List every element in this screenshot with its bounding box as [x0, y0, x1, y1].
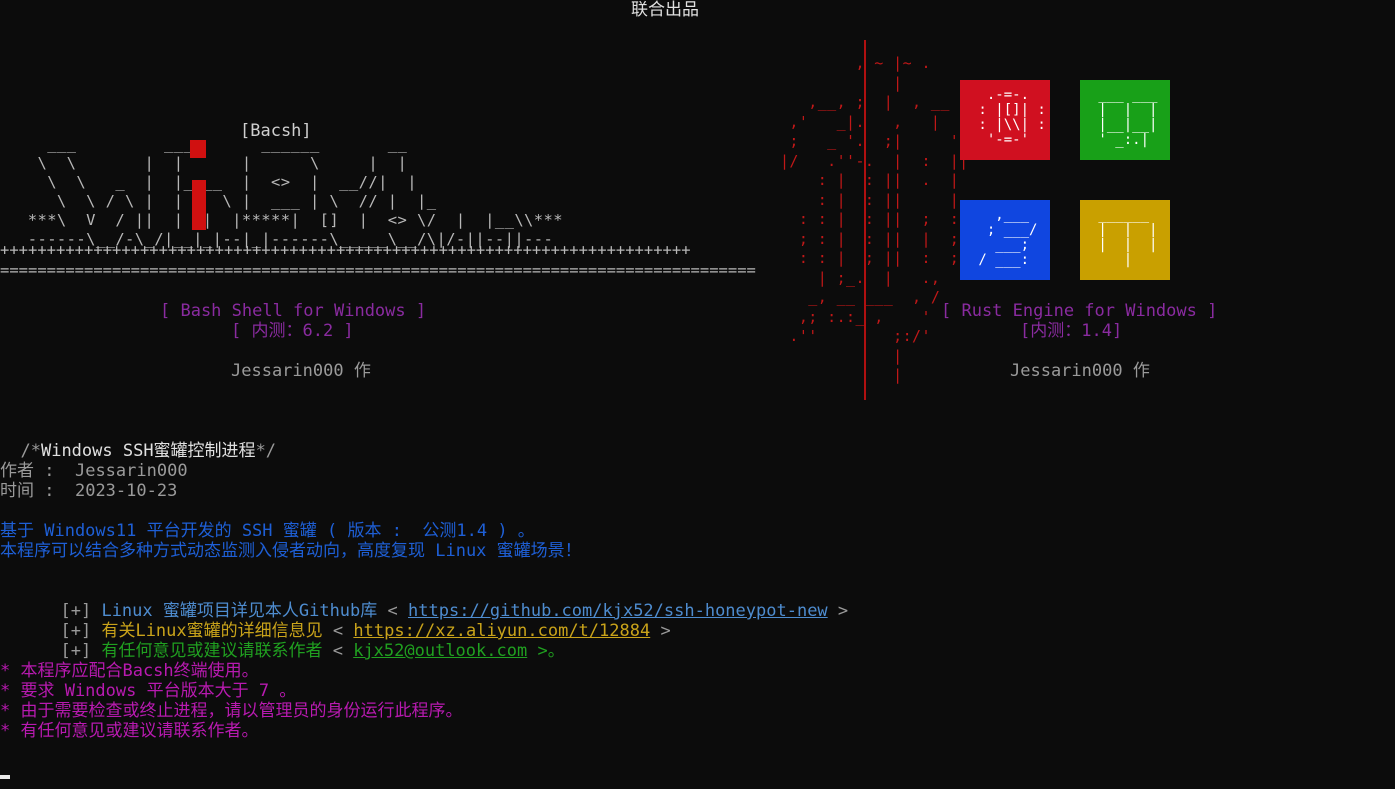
author-value: Jessarin000	[74, 461, 188, 481]
program-title: /*Windows SSH蜜罐控制进程*/	[0, 421, 276, 461]
co-credit-text: 联合出品	[631, 0, 699, 20]
author-label: 作者 :	[0, 461, 55, 481]
yellow-tile-art: ______ | | | | | | |	[1098, 207, 1158, 268]
angle-close: >	[660, 621, 671, 641]
green-tile-icon: ___ ___ | | | |__|__| ' _:.|	[1080, 80, 1170, 160]
date-value: 2023-10-23	[74, 481, 178, 501]
title-prefix: /*	[20, 441, 41, 461]
bash-shell-author: Jessarin000 作	[231, 361, 371, 381]
title-text: Windows SSH蜜罐控制进程	[40, 441, 256, 461]
bullet-plus: [+]	[60, 641, 92, 661]
note-item: * 有任何意见或建议请联系作者。	[0, 721, 259, 741]
date-label: 时间 :	[0, 481, 55, 501]
bash-shell-subtitle: [ Bash Shell for Windows ]	[160, 301, 427, 321]
winbash-ascii-logo: ___ ___ ______ __ \ \ | | | \ | | \ \ _ …	[27, 135, 563, 248]
link-desc: 有任何意见或建议请联系作者	[101, 641, 323, 661]
rust-engine-subtitle: [ Rust Engine for Windows ]	[941, 301, 1218, 321]
note-item: * 本程序应配合Bacsh终端使用。	[0, 661, 259, 681]
equals-rule: ========================================…	[0, 261, 756, 279]
terminal-cursor	[0, 775, 10, 779]
emblem-spine	[864, 40, 866, 400]
green-tile-art: ___ ___ | | | |__|__| ' _:.|	[1098, 87, 1158, 148]
link-row-email: [+] 有任何意见或建议请联系作者 < kjx52@outlook.com >。	[40, 621, 565, 661]
note-item: * 由于需要检查或终止进程，请以管理员的身份运行此程序。	[0, 701, 463, 721]
rust-engine-version: [内测：1.4]	[1020, 321, 1123, 341]
email-link[interactable]: kjx52@outlook.com	[353, 641, 527, 661]
plus-rule: ++++++++++++++++++++++++++++++++++++++++…	[0, 241, 691, 259]
title-suffix: */	[255, 441, 277, 461]
angle-close: >	[837, 601, 849, 621]
note-item: * 要求 Windows 平台版本大于 7 。	[0, 681, 297, 701]
red-ascii-emblem: , ~ |~ . | ,__, ; | , __ ,' _|. , | ; _ …	[780, 54, 969, 384]
description-line-2: 本程序可以结合多种方式动态监测入侵者动向，高度复现 Linux 蜜罐场景！	[0, 541, 582, 561]
angle-close: >。	[537, 641, 565, 661]
date-line: 时间 : 2023-10-23	[0, 481, 177, 501]
blue-tile-art: ,___ ; ___/ ___; / ___:	[978, 207, 1038, 268]
red-tile-icon: .-=-. : |[]| : : |\\| : '-=-'	[960, 80, 1050, 160]
bash-shell-version: [ 内测：6.2 ]	[231, 321, 354, 341]
rust-engine-author: Jessarin000 作	[1010, 361, 1150, 381]
blue-tile-icon: ,___ ; ___/ ___; / ___:	[960, 200, 1050, 280]
angle-open: <	[332, 641, 343, 661]
description-line-1: 基于 Windows11 平台开发的 SSH 蜜罐 ( 版本 : 公测1.4 )…	[0, 521, 535, 541]
logo-red-dot	[190, 140, 206, 158]
yellow-tile-icon: ______ | | | | | | |	[1080, 200, 1170, 280]
red-tile-art: .-=-. : |[]| : : |\\| : '-=-'	[978, 87, 1046, 148]
logo-red-bar	[192, 180, 206, 230]
author-line: 作者 : Jessarin000	[0, 461, 188, 481]
